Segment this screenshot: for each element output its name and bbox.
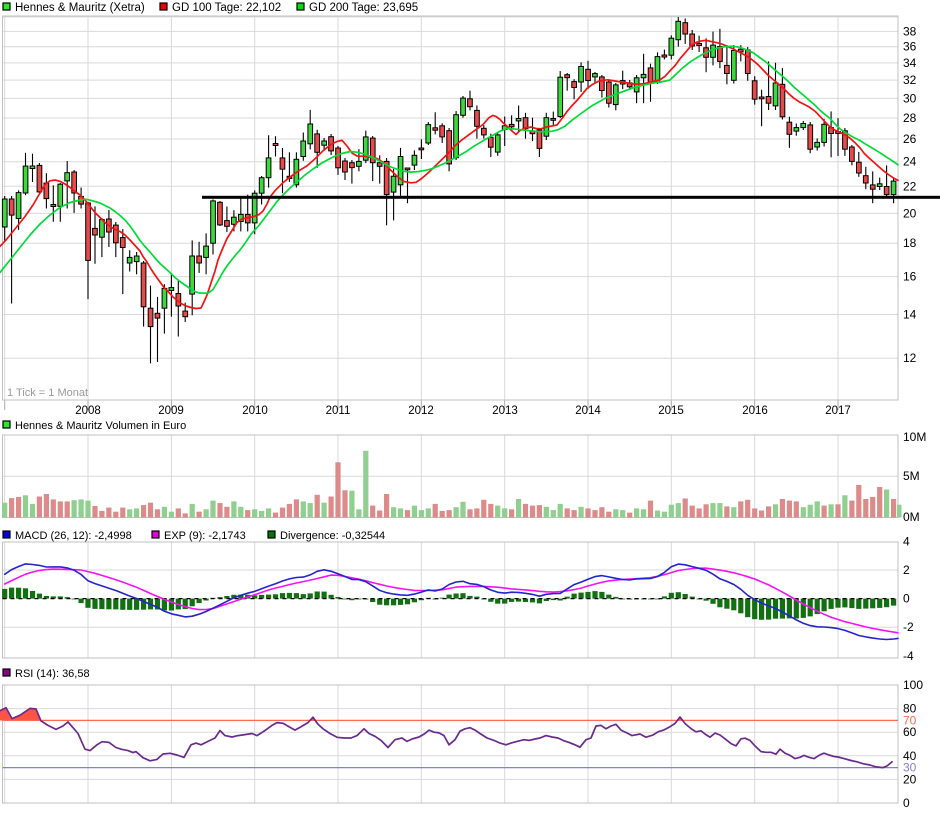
svg-text:GD 200 Tage: 23,695: GD 200 Tage: 23,695 [309,2,418,14]
svg-text:24: 24 [903,155,917,169]
svg-text:Divergence: -0,32544: Divergence: -0,32544 [280,530,385,542]
svg-text:EXP (9): -2,1743: EXP (9): -2,1743 [164,530,246,542]
svg-text:26: 26 [903,132,917,146]
svg-text:32: 32 [903,73,917,87]
svg-text:0: 0 [903,796,910,810]
svg-text:2014: 2014 [575,405,601,417]
svg-text:2011: 2011 [326,405,351,417]
svg-text:22: 22 [903,179,917,193]
svg-text:5M: 5M [903,469,920,483]
svg-text:14: 14 [903,308,917,322]
svg-text:36: 36 [903,40,917,54]
svg-text:MACD (26, 12): -2,4998: MACD (26, 12): -2,4998 [15,530,132,542]
svg-text:1 Tick = 1 Monat: 1 Tick = 1 Monat [7,387,88,399]
svg-text:100: 100 [903,678,923,692]
svg-text:20: 20 [903,206,917,220]
svg-text:GD 100 Tage: 22,102: GD 100 Tage: 22,102 [172,2,281,14]
svg-text:16: 16 [903,270,917,284]
svg-text:4: 4 [903,534,910,548]
svg-text:2016: 2016 [742,405,768,417]
svg-text:30: 30 [903,91,917,105]
svg-text:0M: 0M [903,510,920,524]
svg-text:12: 12 [903,351,917,365]
svg-text:2015: 2015 [658,405,684,417]
svg-text:18: 18 [903,236,917,250]
svg-text:2010: 2010 [242,405,268,417]
svg-text:38: 38 [903,24,917,38]
svg-text:RSI (14): 36,58: RSI (14): 36,58 [15,668,90,680]
svg-text:2009: 2009 [158,405,184,417]
svg-text:2013: 2013 [492,405,518,417]
svg-text:0: 0 [903,592,910,606]
svg-text:2008: 2008 [75,405,101,417]
svg-text:Hennes & Mauritz Volumen in Eu: Hennes & Mauritz Volumen in Euro [15,420,186,432]
svg-text:2: 2 [903,563,910,577]
svg-text:2017: 2017 [825,405,851,417]
svg-text:2012: 2012 [408,405,434,417]
svg-text:60: 60 [903,725,917,739]
svg-text:28: 28 [903,111,917,125]
svg-text:-2: -2 [903,620,914,634]
svg-text:34: 34 [903,56,917,70]
svg-text:-4: -4 [903,649,914,663]
svg-text:20: 20 [903,772,917,786]
svg-text:10M: 10M [903,430,926,444]
svg-text:Hennes & Mauritz (Xetra): Hennes & Mauritz (Xetra) [15,2,145,14]
